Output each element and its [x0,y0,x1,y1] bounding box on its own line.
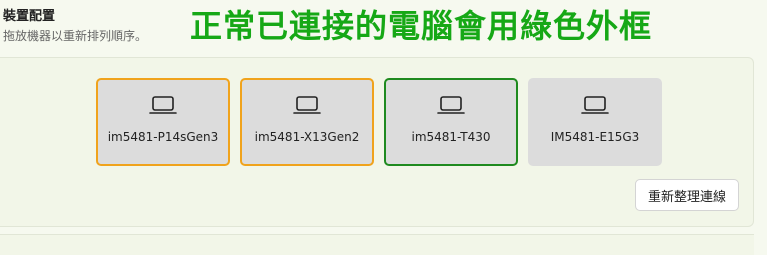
laptop-icon [581,96,609,114]
device-card-t430[interactable]: im5481-T430 [384,78,518,166]
refresh-connections-button[interactable]: 重新整理連線 [634,179,739,211]
device-card-e15g3[interactable]: IM5481-E15G3 [528,78,662,166]
device-card-p14sgen3[interactable]: im5481-P14sGen3 [96,78,230,166]
annotation-caption: 正常已連接的電腦會用綠色外框 [190,7,653,45]
laptop-icon [293,96,321,114]
device-label: IM5481-E15G3 [550,130,640,144]
section-subtitle: 拖放機器以重新排列順序。 [3,29,148,43]
device-label: im5481-T430 [411,130,491,144]
device-layout-panel: im5481-P14sGen3 im5481-X13Gen2 im5481-T4… [0,57,754,227]
laptop-icon [149,96,177,114]
lower-section-panel [0,234,754,255]
section-title: 裝置配置 [3,9,56,24]
device-card-x13gen2[interactable]: im5481-X13Gen2 [240,78,374,166]
device-label: im5481-P14sGen3 [107,130,219,144]
device-label: im5481-X13Gen2 [254,130,360,144]
laptop-icon [437,96,465,114]
